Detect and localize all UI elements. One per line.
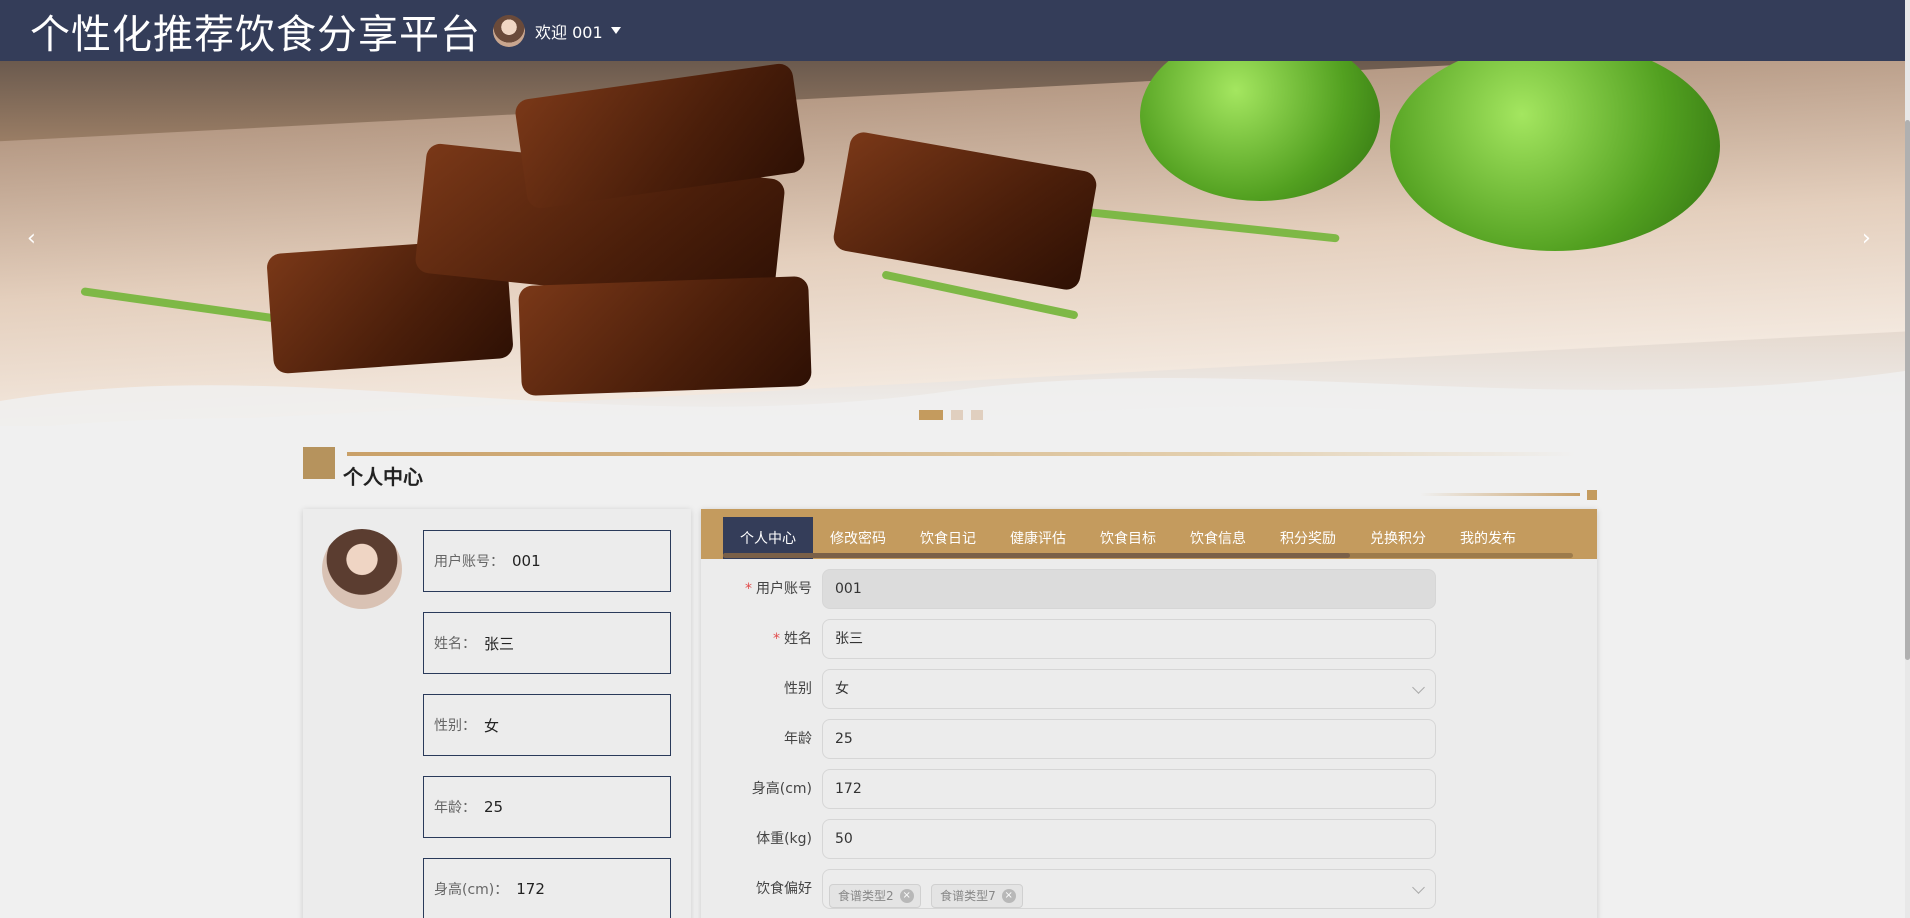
tag-label: 食谱类型7 <box>940 889 996 903</box>
section-title: 个人中心 <box>343 465 423 489</box>
info-label: 用户账号： <box>434 554 504 570</box>
field-label: 性别 <box>784 681 812 697</box>
name-input[interactable]: 张三 <box>822 619 1436 659</box>
close-icon[interactable]: × <box>1001 889 1016 903</box>
selected-tag: 食谱类型2 × <box>829 884 921 908</box>
close-icon[interactable]: × <box>899 889 914 903</box>
field-gender: 性别 女 <box>701 669 1597 709</box>
tag-label: 食谱类型2 <box>838 889 894 903</box>
field-diet-preference: 饮食偏好 食谱类型2 × 食谱类型7 × <box>701 869 1597 909</box>
section-title-square <box>303 447 335 479</box>
field-label: * 用户账号 <box>745 569 812 609</box>
carousel-dot[interactable] <box>919 410 943 420</box>
carousel-dot[interactable] <box>951 410 963 420</box>
field-label: * 姓名 <box>773 619 812 659</box>
gender-select[interactable]: 女 <box>822 669 1436 709</box>
info-height: 身高(cm)： 172 <box>423 858 671 918</box>
carousel-dot[interactable] <box>971 410 983 420</box>
required-mark: * <box>773 631 780 647</box>
field-height: 身高(cm) 172 <box>701 769 1597 809</box>
banner-next-arrow[interactable]: › <box>1862 226 1871 251</box>
caret-down-icon[interactable] <box>610 27 621 34</box>
tag-list: 食谱类型2 × 食谱类型7 × <box>829 877 1029 915</box>
info-name: 姓名： 张三 <box>423 612 671 674</box>
tab-scroll-thumb[interactable] <box>723 553 1350 558</box>
info-value: 25 <box>484 798 504 816</box>
profile-form-card: 个人中心 修改密码 饮食日记 健康评估 饮食目标 饮食信息 积分奖励 兑换积分 … <box>701 509 1597 918</box>
age-input[interactable]: 25 <box>822 719 1436 759</box>
carousel-indicators <box>919 410 983 420</box>
section-title-line <box>347 452 1577 456</box>
welcome-text[interactable]: 欢迎 001 <box>535 19 603 43</box>
info-label: 身高(cm)： <box>434 882 509 898</box>
chevron-down-icon[interactable] <box>1412 881 1425 894</box>
field-label: 体重(kg) <box>756 831 812 847</box>
required-mark: * <box>745 581 752 597</box>
account-input[interactable]: 001 <box>822 569 1436 609</box>
scrollbar-thumb[interactable] <box>1905 120 1910 660</box>
field-label: 身高(cm) <box>751 781 812 797</box>
page-scrollbar[interactable] <box>1905 0 1910 918</box>
info-value: 女 <box>484 716 500 735</box>
field-age: 年龄 25 <box>701 719 1597 759</box>
section-divider-line <box>1420 493 1580 496</box>
height-input[interactable]: 172 <box>822 769 1436 809</box>
site-title[interactable]: 个性化推荐饮食分享平台 <box>30 2 481 60</box>
chevron-down-icon[interactable] <box>1412 681 1425 694</box>
profile-info-card: 用户账号： 001 姓名： 张三 性别： 女 年龄： 25 身高(cm)： 17… <box>303 509 691 918</box>
info-value: 张三 <box>484 634 515 653</box>
info-label: 年龄： <box>434 800 476 816</box>
top-navbar: 个性化推荐饮食分享平台 欢迎 001 <box>0 0 1905 61</box>
section-divider-square <box>1587 490 1597 500</box>
selected-tag: 食谱类型7 × <box>931 884 1023 908</box>
info-value: 172 <box>516 880 545 898</box>
user-avatar[interactable] <box>493 14 525 47</box>
profile-avatar <box>322 529 402 609</box>
field-label: 饮食偏好 <box>756 881 812 897</box>
gender-select-value: 女 <box>835 681 849 697</box>
tab-bar: 个人中心 修改密码 饮食日记 健康评估 饮食目标 饮食信息 积分奖励 兑换积分 … <box>701 509 1597 559</box>
info-account: 用户账号： 001 <box>423 530 671 592</box>
info-label: 姓名： <box>434 636 476 652</box>
banner-carousel: ‹ › <box>0 61 1905 426</box>
weight-input[interactable]: 50 <box>822 819 1436 859</box>
info-gender: 性别： 女 <box>423 694 671 756</box>
field-account: * 用户账号 001 <box>701 569 1597 609</box>
info-value: 001 <box>512 552 541 570</box>
field-label: 年龄 <box>784 731 812 747</box>
field-label-text: 姓名 <box>784 631 812 647</box>
diet-preference-select[interactable]: 食谱类型2 × 食谱类型7 × <box>822 869 1436 909</box>
info-label: 性别： <box>434 718 476 734</box>
field-label-text: 用户账号 <box>756 581 812 597</box>
field-name: * 姓名 张三 <box>701 619 1597 659</box>
field-weight: 体重(kg) 50 <box>701 819 1597 859</box>
info-age: 年龄： 25 <box>423 776 671 838</box>
banner-prev-arrow[interactable]: ‹ <box>27 226 36 251</box>
